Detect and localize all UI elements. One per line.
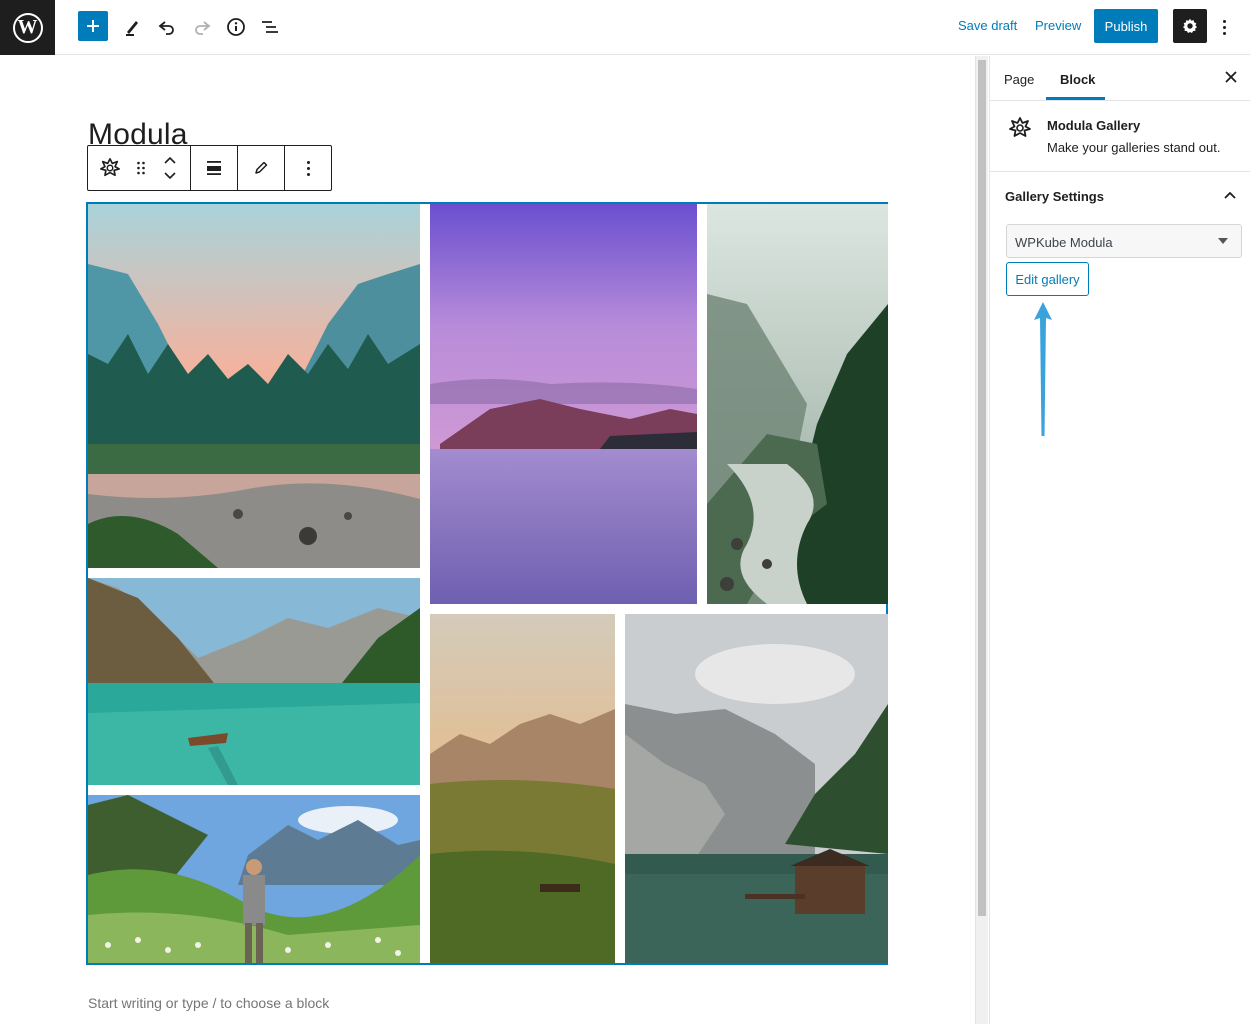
more-vertical-icon[interactable] (1214, 14, 1234, 40)
info-icon (227, 18, 245, 36)
gallery-settings-panel-toggle[interactable]: Gallery Settings (990, 173, 1250, 221)
undo-button[interactable] (151, 11, 183, 43)
annotation-arrow-icon (1034, 302, 1052, 436)
details-button[interactable] (220, 11, 252, 43)
move-buttons[interactable] (150, 146, 190, 190)
tab-page[interactable]: Page (1004, 72, 1034, 87)
active-tab-indicator (1046, 97, 1105, 100)
tools-button[interactable] (116, 11, 148, 43)
list-view-icon (262, 21, 278, 33)
close-icon[interactable] (1223, 69, 1239, 85)
list-view-button[interactable] (254, 11, 286, 43)
settings-button[interactable] (1173, 9, 1207, 43)
preview-button[interactable]: Preview (1035, 18, 1081, 33)
modula-icon (1009, 117, 1031, 137)
gallery-image-purple-lake[interactable] (430, 204, 697, 604)
modula-icon (100, 158, 120, 177)
plus-icon (87, 20, 99, 32)
editor-scrollbar-thumb[interactable] (978, 60, 986, 916)
undo-icon (158, 21, 174, 35)
gear-icon (1182, 18, 1198, 34)
gallery-select[interactable]: WPKube Modula (1006, 224, 1242, 258)
block-appender-placeholder[interactable]: Start writing or type / to choose a bloc… (88, 995, 329, 1011)
pencil-icon (255, 161, 268, 174)
gallery-image-turquoise-lake[interactable] (88, 578, 420, 785)
redo-icon (195, 21, 211, 35)
add-block-button[interactable] (78, 11, 108, 41)
block-toolbar (87, 145, 332, 191)
block-type-button[interactable] (88, 146, 132, 190)
editor-header: W Save draft Preview Publish (0, 0, 1250, 55)
gallery-image-golden-meadow[interactable] (430, 614, 615, 963)
more-vertical-icon (306, 160, 310, 176)
align-button[interactable] (191, 146, 237, 190)
save-draft-button[interactable]: Save draft (958, 18, 1017, 33)
drag-handle-icon[interactable] (132, 146, 150, 190)
modula-gallery-block[interactable] (86, 202, 888, 965)
publish-button[interactable]: Publish (1094, 9, 1158, 43)
more-options-button[interactable] (286, 146, 331, 190)
panel-title: Gallery Settings (1005, 189, 1104, 204)
align-icon (207, 161, 222, 175)
gallery-select-value: WPKube Modula (1015, 235, 1113, 250)
editor-canvas: Modula Start writing or type / to choose… (0, 56, 975, 1024)
gallery-image-hiker-meadow[interactable] (88, 795, 420, 963)
block-name: Modula Gallery (1047, 118, 1141, 133)
chevron-up-icon (1224, 191, 1236, 199)
sidebar-tabs: Page Block (990, 56, 1250, 101)
tab-block[interactable]: Block (1060, 72, 1095, 87)
gallery-image-misty-forest[interactable] (707, 204, 888, 604)
settings-sidebar: Page Block Modula Gallery Make your gall… (989, 56, 1250, 1024)
edit-gallery-button[interactable]: Edit gallery (1006, 262, 1089, 296)
block-description: Make your galleries stand out. (1047, 140, 1221, 155)
chevron-up-icon[interactable] (163, 156, 177, 164)
caret-down-icon (1218, 238, 1228, 244)
edit-button[interactable] (238, 146, 284, 190)
block-card: Modula Gallery Make your galleries stand… (990, 102, 1250, 172)
redo-button[interactable] (186, 11, 218, 43)
chevron-down-icon[interactable] (163, 172, 177, 180)
wordpress-logo-icon[interactable]: W (0, 0, 55, 55)
gallery-image-lake-cabin[interactable] (625, 614, 888, 963)
gallery-image-valley-river[interactable] (88, 204, 420, 568)
pencil-icon (126, 21, 138, 36)
